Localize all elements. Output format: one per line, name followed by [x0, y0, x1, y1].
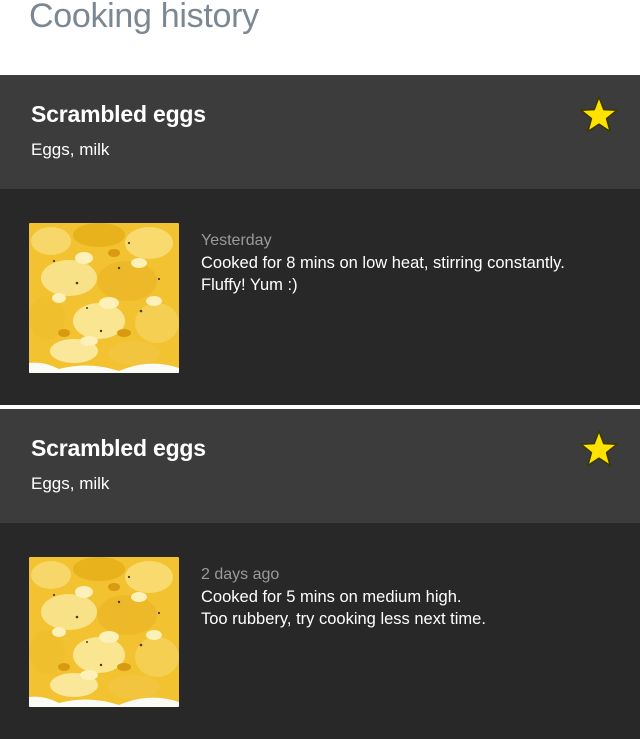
favorite-button[interactable] [579, 429, 619, 469]
scrambled-eggs-photo [29, 223, 179, 373]
entry-note-line: Fluffy! Yum :) [201, 276, 298, 294]
entry-body: Yesterday Cooked for 8 mins on low heat,… [0, 189, 640, 405]
entry-note-line: Cooked for 8 mins on low heat, stirring … [201, 254, 565, 272]
entry-date: 2 days ago [201, 566, 280, 583]
star-icon [580, 96, 618, 133]
history-entry[interactable]: Scrambled eggs Eggs, milk [0, 409, 640, 739]
star-icon [580, 430, 618, 467]
entry-note-line: Too rubbery, try cooking less next time. [201, 610, 486, 628]
entry-header: Scrambled eggs Eggs, milk [0, 75, 640, 189]
entry-ingredients: Eggs, milk [31, 140, 110, 159]
entry-note-line: Cooked for 5 mins on medium high. [201, 588, 462, 606]
entry-header: Scrambled eggs Eggs, milk [0, 409, 640, 523]
entry-date: Yesterday [201, 232, 272, 249]
entry-body: 2 days ago Cooked for 5 mins on medium h… [0, 523, 640, 739]
page-title: Cooking history [29, 0, 259, 35]
entry-title: Scrambled eggs [31, 101, 206, 127]
entry-title: Scrambled eggs [31, 435, 206, 461]
entry-note: Cooked for 8 mins on low heat, stirring … [201, 252, 631, 296]
history-entry[interactable]: Scrambled eggs Eggs, milk [0, 75, 640, 405]
entry-note: Cooked for 5 mins on medium high. Too ru… [201, 586, 631, 630]
favorite-button[interactable] [579, 95, 619, 135]
entry-ingredients: Eggs, milk [31, 474, 110, 493]
scrambled-eggs-photo [29, 557, 179, 707]
